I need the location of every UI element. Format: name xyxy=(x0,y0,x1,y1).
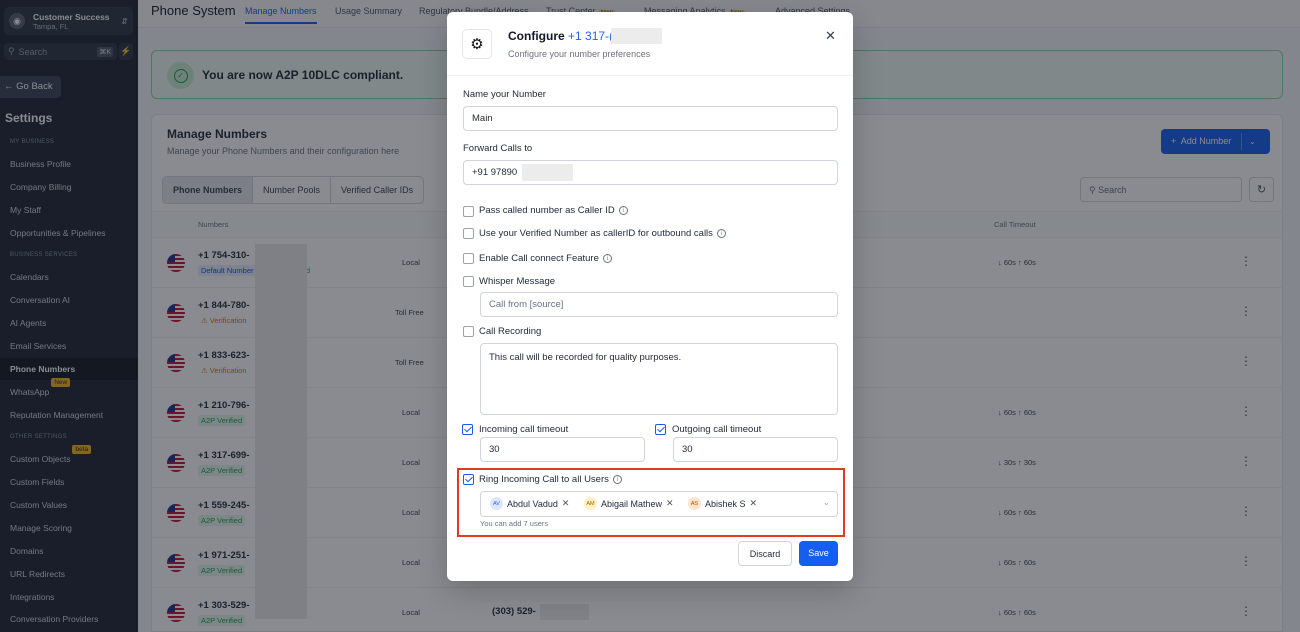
redaction-mask xyxy=(611,28,662,44)
user-tag: AV Abdul Vadud ✕ xyxy=(490,497,569,510)
pass-called-label: Pass called number as Caller ID i xyxy=(479,205,628,216)
configure-modal: ⚙ Configure +1 317-( Configure your numb… xyxy=(447,12,853,581)
option-text: Use your Verified Number as callerID for… xyxy=(479,228,713,239)
use-verified-checkbox[interactable] xyxy=(463,228,474,239)
ring-all-users-checkbox[interactable] xyxy=(463,474,474,485)
modal-phone: +1 317-( xyxy=(568,29,614,43)
use-verified-label: Use your Verified Number as callerID for… xyxy=(479,228,726,239)
recording-label: Call Recording xyxy=(479,326,542,337)
forward-calls-input[interactable]: +91 97890 xyxy=(463,160,838,185)
ring-all-users-label: Ring Incoming Call to all Users i xyxy=(479,474,622,485)
chevron-down-icon[interactable]: ⌄ xyxy=(823,498,830,507)
redaction-mask xyxy=(522,164,573,181)
option-text: Enable Call connect Feature xyxy=(479,253,599,264)
forward-label: Forward Calls to xyxy=(463,143,533,154)
users-multiselect[interactable]: AV Abdul Vadud ✕ AM Abigail Mathew ✕ AS … xyxy=(480,491,838,517)
incoming-timeout-label: Incoming call timeout xyxy=(479,424,569,435)
avatar: AV xyxy=(490,497,503,510)
outgoing-timeout-label: Outgoing call timeout xyxy=(672,424,762,435)
gear-icon: ⚙ xyxy=(462,29,492,59)
avatar: AS xyxy=(688,497,701,510)
option-text: Pass called number as Caller ID xyxy=(479,205,615,216)
user-tag: AS Abishek S ✕ xyxy=(688,497,757,510)
whisper-label: Whisper Message xyxy=(479,276,556,287)
user-tag: AM Abigail Mathew ✕ xyxy=(584,497,674,510)
info-icon[interactable]: i xyxy=(618,205,628,215)
info-icon[interactable]: i xyxy=(716,228,726,238)
modal-subtitle: Configure your number preferences xyxy=(508,49,651,59)
save-button[interactable]: Save xyxy=(799,541,838,566)
user-name: Abishek S xyxy=(705,498,746,509)
modal-title: Configure +1 317-( xyxy=(508,29,613,43)
user-name: Abdul Vadud xyxy=(507,498,558,509)
pass-called-checkbox[interactable] xyxy=(463,206,474,217)
avatar: AM xyxy=(584,497,597,510)
modal-title-text: Configure xyxy=(508,29,565,43)
outgoing-timeout-checkbox[interactable] xyxy=(655,424,666,435)
discard-button[interactable]: Discard xyxy=(738,541,792,566)
name-label: Name your Number xyxy=(463,89,546,100)
close-icon[interactable]: ✕ xyxy=(825,28,836,44)
close-icon[interactable]: ✕ xyxy=(666,498,674,509)
recording-checkbox[interactable] xyxy=(463,326,474,337)
close-icon[interactable]: ✕ xyxy=(562,498,570,509)
outgoing-timeout-input[interactable]: 30 xyxy=(673,437,838,462)
close-icon[interactable]: ✕ xyxy=(750,498,758,509)
number-name-input[interactable]: Main xyxy=(463,106,838,131)
whisper-input[interactable]: Call from [source] xyxy=(480,292,838,317)
divider xyxy=(447,75,853,76)
user-name: Abigail Mathew xyxy=(601,498,663,509)
info-icon[interactable]: i xyxy=(602,253,612,263)
incoming-timeout-input[interactable]: 30 xyxy=(480,437,645,462)
whisper-checkbox[interactable] xyxy=(463,276,474,287)
option-text: Ring Incoming Call to all Users xyxy=(479,474,609,485)
users-hint: You can add 7 users xyxy=(480,519,549,528)
call-connect-label: Enable Call connect Feature i xyxy=(479,253,612,264)
incoming-timeout-checkbox[interactable] xyxy=(462,424,473,435)
info-icon[interactable]: i xyxy=(612,474,622,484)
recording-textarea[interactable]: This call will be recorded for quality p… xyxy=(480,343,838,415)
call-connect-checkbox[interactable] xyxy=(463,253,474,264)
